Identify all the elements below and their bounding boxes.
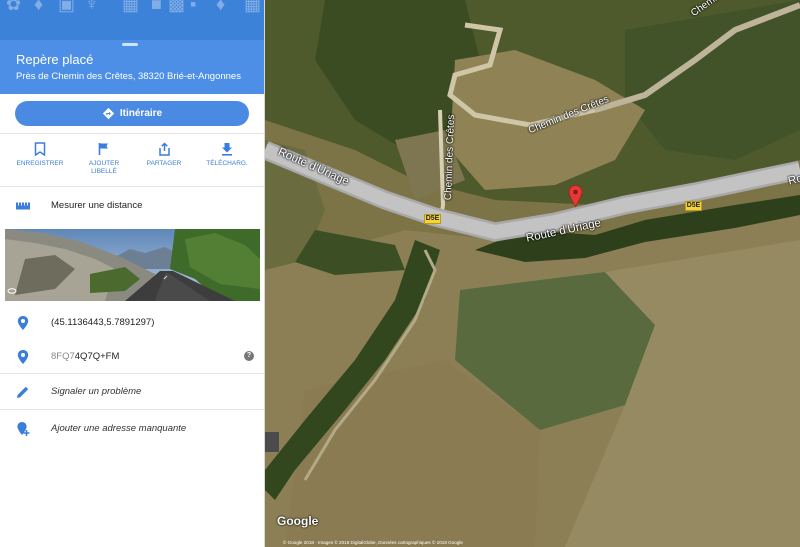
save-label: ENREGISTRER <box>16 160 64 167</box>
divider <box>0 373 264 374</box>
plus-code-pin-icon <box>17 350 29 364</box>
divider <box>0 133 264 134</box>
action-bar: ENREGISTRER AJOUTER LIBELLÉ PARTAGER TÉL… <box>0 137 264 185</box>
save-button[interactable]: ENREGISTRER <box>7 137 73 185</box>
app-root: { "panel": { "title": "Repère placé", "a… <box>0 0 800 547</box>
road-shield-d5e: D5E <box>685 201 702 211</box>
road-label-route-uriage-right: Ro <box>787 172 800 188</box>
directions-icon <box>102 107 115 120</box>
street-view-thumbnail[interactable] <box>5 229 260 301</box>
measure-distance-row[interactable]: Mesurer une distance <box>0 189 264 223</box>
plus-code-row[interactable]: 8FQ74Q7Q+FM <box>0 340 264 374</box>
bar-icon: ♆ <box>85 0 99 14</box>
camera-icon: ▣ <box>58 0 76 14</box>
add-location-icon <box>17 422 30 436</box>
location-pin-icon <box>17 316 29 330</box>
road-shield-d5e: D5E <box>424 214 441 224</box>
download-label: TÉLÉCHARG. <box>206 160 248 167</box>
satellite-map[interactable]: Route d'Uriage Route d'Uriage Ro Chemin … <box>265 0 800 547</box>
divider <box>0 409 264 410</box>
location-icon: ♦ <box>34 0 44 14</box>
settings-icon: ✿ <box>6 0 22 14</box>
report-problem-row[interactable]: Signaler un problème <box>0 375 264 409</box>
add-label-line1: AJOUTER <box>88 160 120 167</box>
download-icon <box>222 143 232 156</box>
place-title: Repère placé <box>16 52 94 67</box>
drag-handle[interactable] <box>122 43 138 46</box>
google-logo: Google <box>277 514 319 528</box>
add-label-button[interactable]: AJOUTER LIBELLÉ <box>71 137 137 185</box>
satellite-imagery <box>265 0 800 547</box>
grid-icon: ▦ <box>244 0 262 14</box>
plus-code-main: 4Q7Q+FM <box>74 351 120 362</box>
place-header: Repère placé Près de Chemin des Crêtes, … <box>0 40 264 94</box>
coordinates-text: (45.1136443,5.7891297) <box>51 317 155 328</box>
download-button[interactable]: TÉLÉCHARG. <box>194 137 260 185</box>
share-icon <box>158 142 170 156</box>
pencil-icon <box>17 386 29 398</box>
movie-icon: ▦ <box>122 0 140 14</box>
add-address-row[interactable]: Ajouter une adresse manquante <box>0 412 264 446</box>
store-icon: ▩ <box>168 0 186 14</box>
report-problem-label: Signaler un problème <box>51 386 142 397</box>
hotel-icon: ▪ <box>190 0 197 14</box>
bookmark-icon <box>34 142 46 156</box>
street-view-photo <box>5 229 260 301</box>
category-strip: ✿ ♦ ▣ ♆ ▦ ■ ▩ ▪ ♦ ▦ <box>0 0 264 40</box>
dropped-pin-icon[interactable] <box>568 185 583 207</box>
coordinates-row[interactable]: (45.1136443,5.7891297) <box>0 306 264 340</box>
add-address-label: Ajouter une adresse manquante <box>51 423 187 434</box>
theatre-icon: ■ <box>151 0 162 14</box>
directions-button[interactable]: Itinéraire <box>15 101 249 126</box>
share-button[interactable]: PARTAGER <box>131 137 197 185</box>
flag-icon <box>98 143 108 155</box>
plus-code-prefix: 8FQ7 <box>51 351 75 362</box>
plus-code-text: 8FQ74Q7Q+FM <box>51 351 119 362</box>
share-label: PARTAGER <box>146 160 182 167</box>
place-address: Près de Chemin des Crêtes, 38320 Brié-et… <box>16 71 241 82</box>
measure-distance-label: Mesurer une distance <box>51 200 143 211</box>
add-label-line2: LIBELLÉ <box>91 167 117 175</box>
directions-label: Itinéraire <box>119 108 163 119</box>
ruler-icon <box>16 202 30 210</box>
map-attribution: © Google 2018 · Images © 2018 DigitalGlo… <box>283 540 463 545</box>
place-panel: ✿ ♦ ▣ ♆ ▦ ■ ▩ ▪ ♦ ▦ Repère placé Près de… <box>0 0 265 547</box>
marker-icon: ♦ <box>216 0 226 14</box>
help-icon[interactable]: ? <box>244 351 254 361</box>
divider <box>0 186 264 187</box>
